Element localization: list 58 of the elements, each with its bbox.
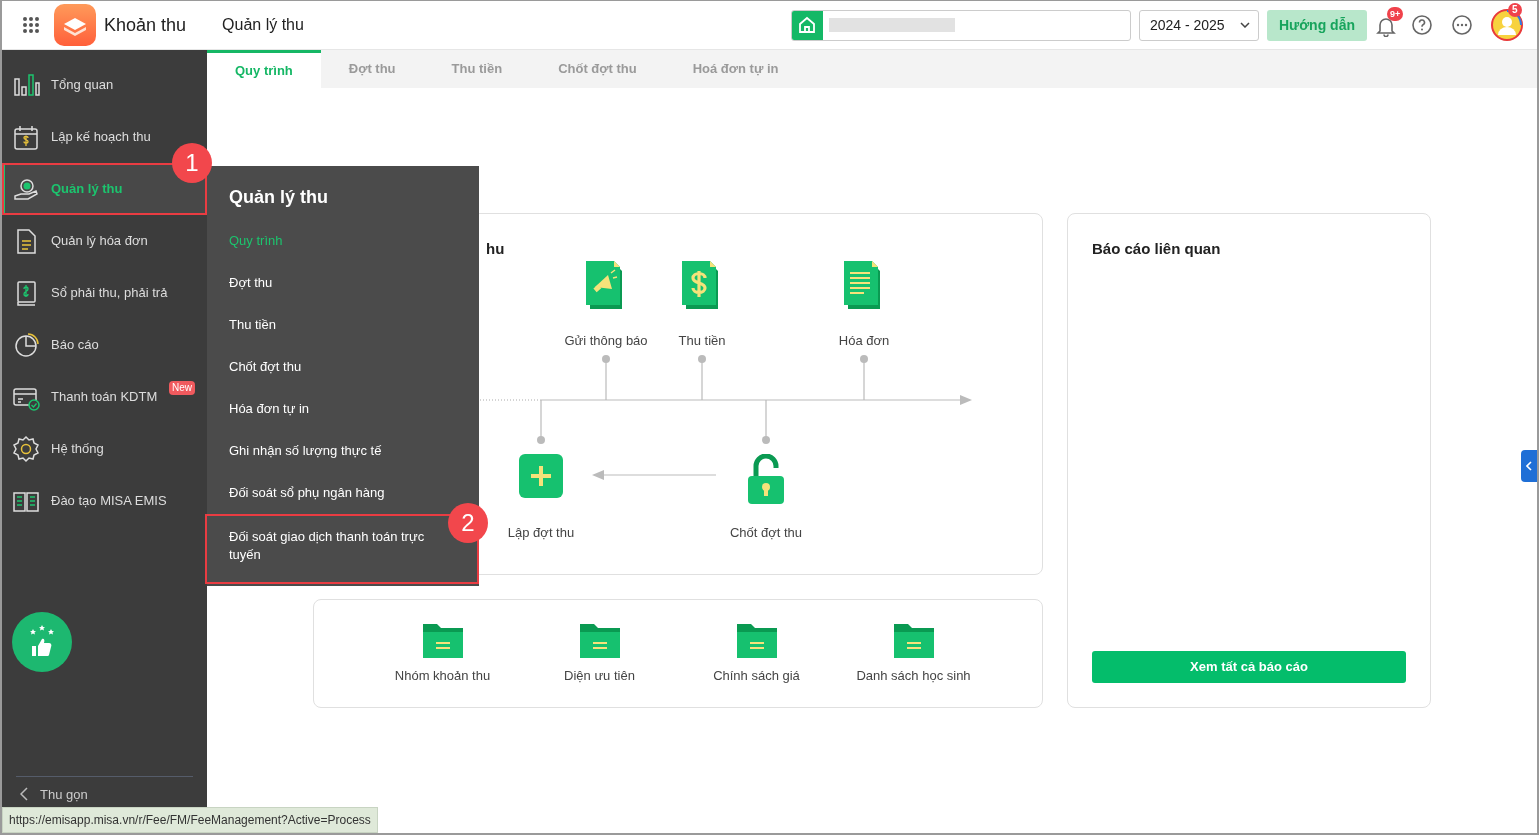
avatar-count: 5 [1508,3,1522,17]
step-label: Hóa đơn [838,332,890,350]
chart-icon [12,71,40,99]
connector-line [698,355,706,400]
chevron-left-icon [20,787,28,802]
folder-icon[interactable] [893,621,934,658]
menu-title: Quản lý thu [228,186,329,209]
app-logo [54,4,96,46]
sidebar-item[interactable]: Quản lý hóa đơn [2,215,154,267]
gear-icon [12,435,40,463]
menu-item[interactable]: Hóa đơn tự in [207,388,479,430]
connector-line [602,355,610,400]
lock-icon[interactable] [748,454,784,504]
card-title: Báo cáo liên quan [1092,239,1222,259]
more-icon[interactable] [1451,14,1473,36]
status-url-tooltip: https://emisapp.misa.vn/r/Fee/FM/FeeManagement?Active=Process [2,807,378,833]
sidebar-item[interactable]: Hệ thống [2,423,110,475]
pie-chart-icon [12,331,40,359]
folder-icon[interactable] [736,621,777,658]
folder-icon[interactable] [579,621,620,658]
notification-count: 9+ [1387,7,1404,21]
sidebar-item[interactable]: Sổ phải thu, phải trả [2,267,174,319]
connector-line [860,355,868,400]
folder-icon[interactable] [422,621,463,658]
step-label: Lập đợt thu [507,524,575,542]
connector-line [537,400,545,444]
home-icon [797,15,818,35]
sidebar-item[interactable]: Báo cáo [2,319,105,371]
menu-item[interactable]: Ghi nhận số lượng thực tế [207,430,479,472]
sidebar-item[interactable]: Thanh toán KDTM New [2,371,207,423]
shortcut-label[interactable]: Diện ưu tiên [564,665,635,686]
calendar-icon [12,123,40,151]
chevron-down-icon [1239,22,1250,28]
feedback-button[interactable] [12,612,72,672]
chevron-left-icon [1526,461,1532,471]
app-name: Khoản thu [104,13,187,37]
apps-grid-icon[interactable] [22,16,40,34]
sidebar-item[interactable]: Lập kế hoạch thu [2,111,157,163]
step-label: Gửi thông báo [564,332,648,350]
shortcut-label[interactable]: Chính sách giá [713,665,800,686]
card-title: hu [486,239,505,259]
menu-item[interactable]: Đợt thu [207,262,479,304]
menu-item[interactable]: Chốt đợt thu [207,346,479,388]
year-select[interactable]: 2024 - 2025 [1138,9,1259,41]
sidebar-item[interactable]: Đào tạo MISA EMIS [2,475,173,527]
shortcut-label[interactable]: Danh sách học sinh [856,665,971,686]
menu-item[interactable]: Thu tiền [207,304,479,346]
search-field[interactable] [790,9,1131,41]
shortcut-label[interactable]: Nhóm khoản thu [394,665,491,686]
help-icon[interactable] [1411,14,1433,36]
step-label: Chốt đợt thu [729,524,803,542]
page-title: Quản lý thu [222,15,304,35]
connector-line [762,400,770,444]
menu-item[interactable]: Quy trình [207,220,479,262]
new-badge: New [169,381,195,395]
sidebar-item[interactable]: Tổng quan [2,59,120,111]
side-panel-toggle[interactable] [1521,450,1537,482]
step-label: Thu tiền [678,332,726,350]
